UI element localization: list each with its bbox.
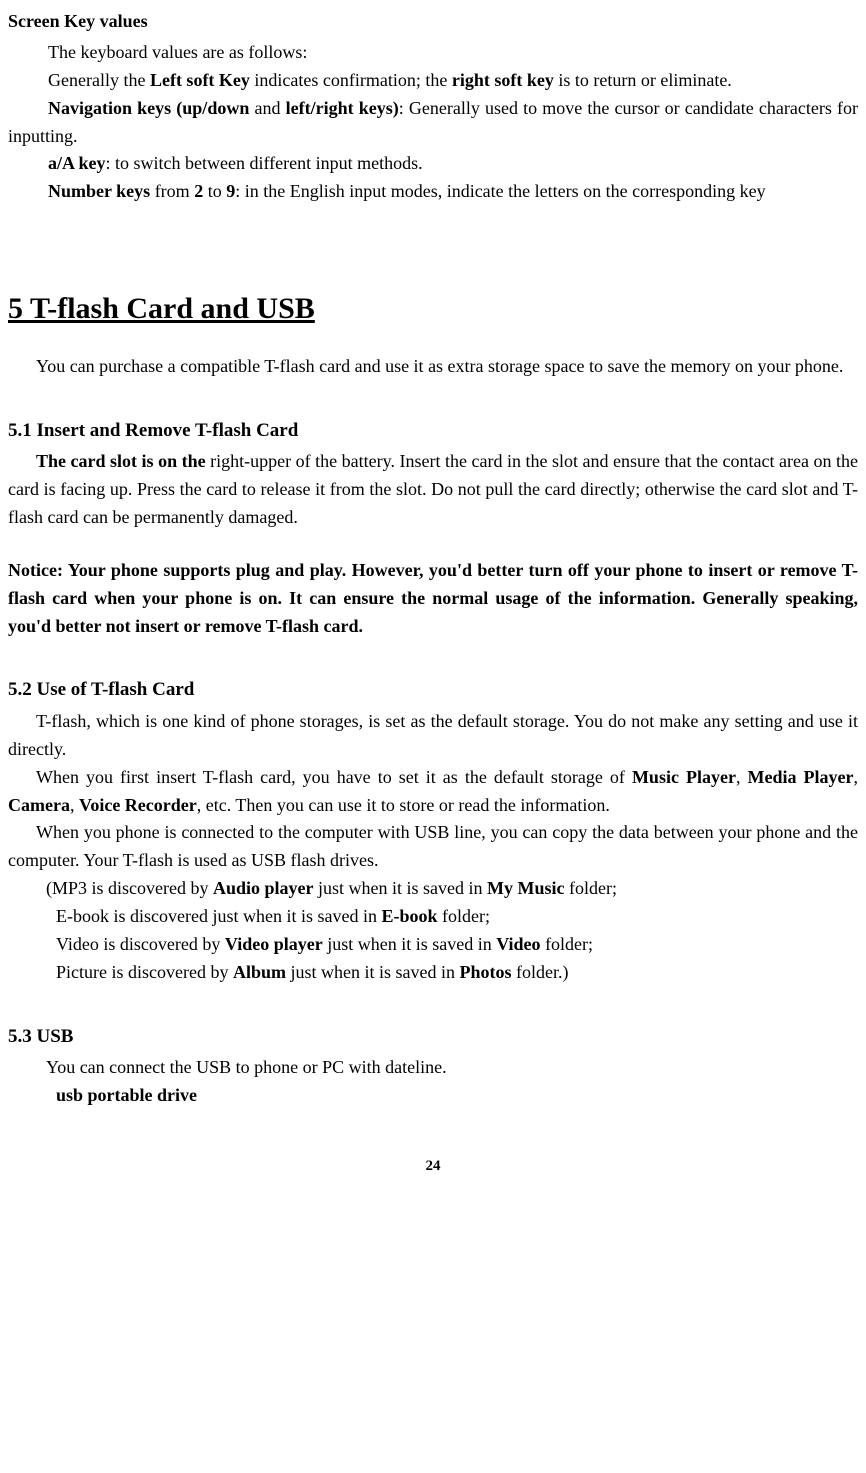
music-player-bold: Music Player xyxy=(632,767,736,787)
text: just when it is saved in xyxy=(286,962,460,982)
num-9-bold: 9 xyxy=(226,181,235,201)
soft-key-line: Generally the Left soft Key indicates co… xyxy=(8,67,858,95)
text: (MP3 is discovered by xyxy=(46,878,213,898)
text: is to return or eliminate. xyxy=(554,70,732,90)
text: When you first insert T-flash card, you … xyxy=(36,767,632,787)
text: : in the English input modes, indicate t… xyxy=(235,181,765,201)
text: , etc. Then you can use it to store or r… xyxy=(197,795,610,815)
list-item-ebook: E-book is discovered just when it is sav… xyxy=(56,903,858,931)
media-player-bold: Media Player xyxy=(748,767,854,787)
photos-folder-bold: Photos xyxy=(459,962,511,982)
section-5-2-p3: When you phone is connected to the compu… xyxy=(8,819,858,875)
text: Generally the xyxy=(48,70,150,90)
list-item-video: Video is discovered by Video player just… xyxy=(56,931,858,959)
nav-keys-line: Navigation keys (up/down and left/right … xyxy=(8,95,858,151)
number-keys-bold: Number keys xyxy=(48,181,150,201)
nav-keys-bold-2: left/right keys) xyxy=(286,98,399,118)
number-keys-line: Number keys from 2 to 9: in the English … xyxy=(48,178,858,206)
text: , xyxy=(854,767,859,787)
text: , xyxy=(70,795,79,815)
section-5-2-p1: T-flash, which is one kind of phone stor… xyxy=(8,708,858,764)
card-slot-bold-lead: The card slot is on the xyxy=(36,451,210,471)
text: just when it is saved in xyxy=(323,934,497,954)
right-soft-key-bold: right soft key xyxy=(452,70,554,90)
audio-player-bold: Audio player xyxy=(213,878,314,898)
section-5-3-p1: You can connect the USB to phone or PC w… xyxy=(46,1054,858,1082)
text: Picture is discovered by xyxy=(56,962,233,982)
section-5-2-title: 5.2 Use of T-flash Card xyxy=(8,675,858,704)
text: , xyxy=(736,767,748,787)
text: just when it is saved in xyxy=(314,878,488,898)
text: to xyxy=(203,181,226,201)
text: from xyxy=(150,181,194,201)
chapter-5-intro: You can purchase a compatible T-flash ca… xyxy=(8,353,858,381)
chapter-5-heading: 5 T-flash Card and USB xyxy=(8,286,858,333)
text: and xyxy=(249,98,285,118)
aA-key-bold: a/A key xyxy=(48,153,106,173)
text: folder; xyxy=(564,878,616,898)
section-5-1-body: The card slot is on the right-upper of t… xyxy=(8,448,858,532)
section-5-3-title: 5.3 USB xyxy=(8,1022,858,1051)
left-soft-key-bold: Left soft Key xyxy=(150,70,250,90)
text: folder; xyxy=(541,934,593,954)
text: Video is discovered by xyxy=(56,934,225,954)
text: folder.) xyxy=(512,962,569,982)
list-item-picture: Picture is discovered by Album just when… xyxy=(56,959,858,987)
screen-key-values-title: Screen Key values xyxy=(8,8,858,36)
album-bold: Album xyxy=(233,962,286,982)
section-5-2-p2: When you first insert T-flash card, you … xyxy=(8,764,858,820)
text: folder; xyxy=(437,906,489,926)
aA-line: a/A key: to switch between different inp… xyxy=(48,150,858,178)
camera-bold: Camera xyxy=(8,795,70,815)
keyboard-values-intro: The keyboard values are as follows: xyxy=(48,39,858,67)
voice-recorder-bold: Voice Recorder xyxy=(79,795,197,815)
text: E-book is discovered just when it is sav… xyxy=(56,906,381,926)
video-folder-bold: Video xyxy=(496,934,540,954)
ebook-bold: E-book xyxy=(381,906,437,926)
section-5-1-title: 5.1 Insert and Remove T-flash Card xyxy=(8,416,858,445)
my-music-bold: My Music xyxy=(487,878,564,898)
list-item-mp3: (MP3 is discovered by Audio player just … xyxy=(46,875,858,903)
nav-keys-bold-1: Navigation keys (up/down xyxy=(48,98,249,118)
text: indicates confirmation; the xyxy=(250,70,452,90)
page-number: 24 xyxy=(8,1155,858,1178)
text: : to switch between different input meth… xyxy=(106,153,423,173)
section-5-1-notice: Notice: Your phone supports plug and pla… xyxy=(8,557,858,641)
video-player-bold: Video player xyxy=(225,934,323,954)
section-5-3-usb-portable: usb portable drive xyxy=(56,1082,858,1110)
num-2-bold: 2 xyxy=(194,181,203,201)
